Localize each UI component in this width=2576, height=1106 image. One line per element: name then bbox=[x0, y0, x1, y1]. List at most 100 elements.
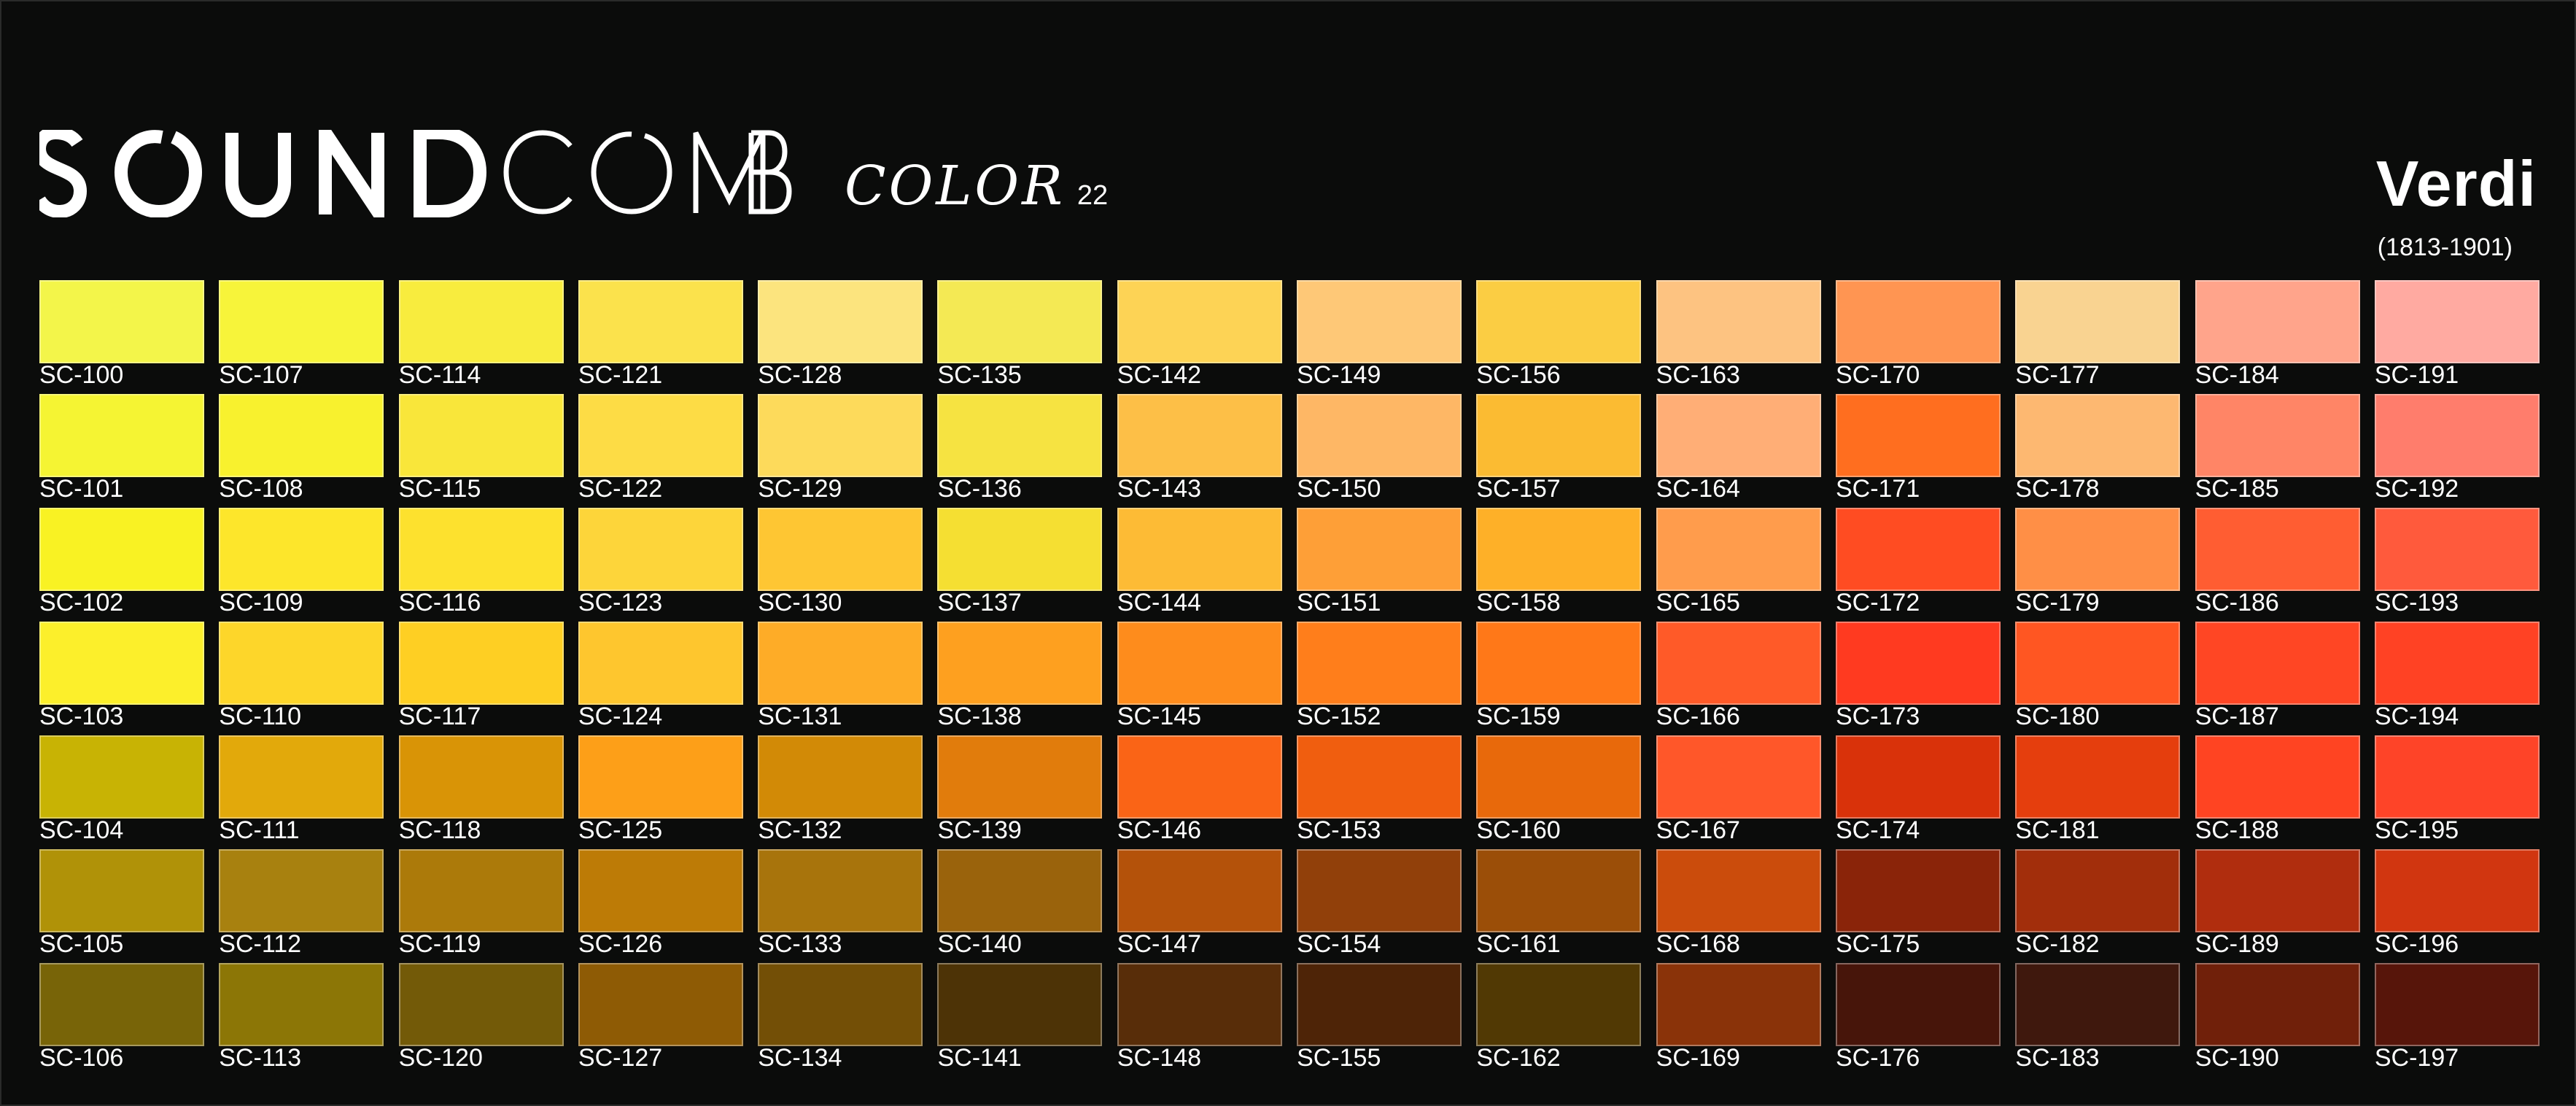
color-swatch: SC-149 bbox=[1297, 280, 1462, 394]
swatch-code: SC-164 bbox=[1656, 475, 1740, 503]
swatch-chip bbox=[1297, 849, 1462, 932]
color-swatch: SC-164 bbox=[1656, 394, 1821, 508]
swatch-code: SC-114 bbox=[398, 361, 481, 389]
swatch-code: SC-190 bbox=[2195, 1044, 2279, 1072]
color-swatch: SC-182 bbox=[2015, 849, 2181, 963]
swatch-code: SC-128 bbox=[758, 361, 842, 389]
swatch-code: SC-183 bbox=[2015, 1044, 2100, 1072]
swatch-chip bbox=[1835, 508, 2001, 591]
color-swatch: SC-135 bbox=[937, 280, 1103, 394]
swatch-code: SC-100 bbox=[39, 361, 124, 389]
swatch-code: SC-167 bbox=[1656, 816, 1740, 844]
color-swatch: SC-153 bbox=[1297, 735, 1462, 849]
color-swatch: SC-117 bbox=[398, 622, 564, 735]
color-swatch: SC-128 bbox=[758, 280, 923, 394]
swatch-chip bbox=[2015, 394, 2181, 477]
color-swatch: SC-106 bbox=[39, 963, 204, 1077]
swatch-code: SC-196 bbox=[2374, 930, 2459, 958]
color-swatch: SC-145 bbox=[1117, 622, 1282, 735]
color-swatch: SC-156 bbox=[1476, 280, 1642, 394]
swatch-chip bbox=[2374, 394, 2540, 477]
color-swatch: SC-158 bbox=[1476, 508, 1642, 622]
swatch-code: SC-117 bbox=[398, 703, 481, 730]
brand-header: COLOR 22 bbox=[39, 130, 1108, 217]
swatch-code: SC-120 bbox=[398, 1044, 483, 1072]
swatch-chip bbox=[1656, 963, 1821, 1046]
swatch-code: SC-105 bbox=[39, 930, 124, 958]
color-swatch: SC-126 bbox=[578, 849, 743, 963]
swatch-code: SC-108 bbox=[219, 475, 303, 503]
swatch-chip bbox=[2195, 849, 2360, 932]
swatch-chip bbox=[39, 508, 204, 591]
color-swatch: SC-167 bbox=[1656, 735, 1821, 849]
swatch-chip bbox=[219, 280, 384, 363]
swatch-code: SC-141 bbox=[937, 1044, 1022, 1072]
color-swatch: SC-169 bbox=[1656, 963, 1821, 1077]
swatch-chip bbox=[2374, 735, 2540, 819]
color-swatch: SC-138 bbox=[937, 622, 1103, 735]
swatch-code: SC-156 bbox=[1476, 361, 1561, 389]
swatch-chip bbox=[2015, 280, 2181, 363]
swatch-chip bbox=[219, 508, 384, 591]
swatch-chip bbox=[39, 622, 204, 705]
swatch-code: SC-140 bbox=[937, 930, 1022, 958]
swatch-chip bbox=[1297, 508, 1462, 591]
swatch-code: SC-185 bbox=[2195, 475, 2279, 503]
swatch-code: SC-111 bbox=[219, 816, 300, 844]
color-swatch: SC-187 bbox=[2195, 622, 2360, 735]
swatch-chip bbox=[2374, 280, 2540, 363]
color-swatch: SC-191 bbox=[2374, 280, 2540, 394]
swatch-chip bbox=[219, 963, 384, 1046]
swatch-code: SC-195 bbox=[2374, 816, 2459, 844]
swatch-chip bbox=[398, 394, 564, 477]
color-swatch: SC-116 bbox=[398, 508, 564, 622]
swatch-chip bbox=[2015, 735, 2181, 819]
color-swatch: SC-109 bbox=[219, 508, 384, 622]
color-swatch: SC-163 bbox=[1656, 280, 1821, 394]
swatch-code: SC-177 bbox=[2015, 361, 2100, 389]
swatch-chip bbox=[398, 849, 564, 932]
swatch-chip bbox=[758, 394, 923, 477]
swatch-chip bbox=[1117, 508, 1282, 591]
swatch-chip bbox=[39, 963, 204, 1046]
swatch-chip bbox=[2374, 622, 2540, 705]
swatch-chip bbox=[1835, 735, 2001, 819]
swatch-chip bbox=[937, 963, 1103, 1046]
swatch-chip bbox=[2195, 963, 2360, 1046]
color-swatch: SC-162 bbox=[1476, 963, 1642, 1077]
swatch-code: SC-175 bbox=[1835, 930, 1920, 958]
swatch-chip bbox=[39, 849, 204, 932]
color-swatch: SC-120 bbox=[398, 963, 564, 1077]
swatch-chip bbox=[937, 849, 1103, 932]
swatch-chip bbox=[1297, 735, 1462, 819]
color-swatch: SC-171 bbox=[1835, 394, 2001, 508]
color-swatch: SC-166 bbox=[1656, 622, 1821, 735]
swatch-code: SC-188 bbox=[2195, 816, 2279, 844]
color-swatch: SC-103 bbox=[39, 622, 204, 735]
color-swatch: SC-114 bbox=[398, 280, 564, 394]
color-swatch: SC-127 bbox=[578, 963, 743, 1077]
color-swatch: SC-195 bbox=[2374, 735, 2540, 849]
swatch-code: SC-173 bbox=[1835, 703, 1920, 730]
swatch-code: SC-137 bbox=[937, 589, 1022, 616]
swatch-code: SC-116 bbox=[398, 589, 481, 616]
color-swatch: SC-123 bbox=[578, 508, 743, 622]
color-swatch: SC-189 bbox=[2195, 849, 2360, 963]
swatch-chip bbox=[219, 849, 384, 932]
swatch-code: SC-168 bbox=[1656, 930, 1740, 958]
swatch-chip bbox=[1835, 394, 2001, 477]
swatch-code: SC-151 bbox=[1297, 589, 1381, 616]
swatch-chip bbox=[398, 735, 564, 819]
swatch-chip bbox=[1117, 963, 1282, 1046]
swatch-code: SC-157 bbox=[1476, 475, 1561, 503]
swatch-chip bbox=[219, 735, 384, 819]
soundcomb-logo-icon bbox=[39, 130, 766, 217]
swatch-chip bbox=[937, 394, 1103, 477]
swatch-chip bbox=[1117, 735, 1282, 819]
color-swatch: SC-130 bbox=[758, 508, 923, 622]
swatch-chip bbox=[758, 849, 923, 932]
swatch-chip bbox=[39, 394, 204, 477]
color-swatch: SC-125 bbox=[578, 735, 743, 849]
swatch-chip bbox=[398, 963, 564, 1046]
logo-letter-b-icon bbox=[748, 130, 792, 214]
